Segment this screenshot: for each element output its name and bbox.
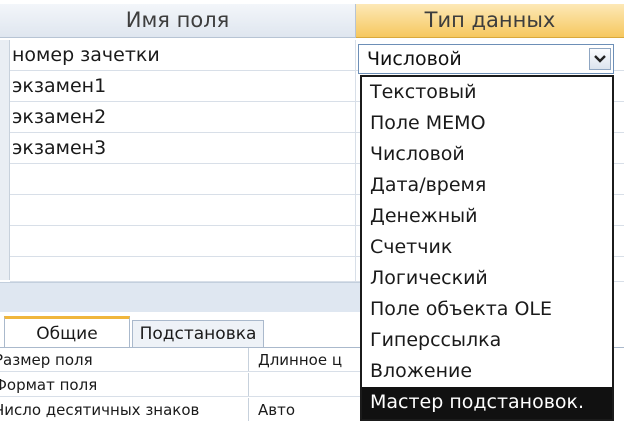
field-name-cell[interactable] bbox=[10, 257, 356, 282]
tab-lookup[interactable]: Подстановка bbox=[132, 320, 264, 348]
field-name-header[interactable]: Имя поля bbox=[0, 4, 356, 38]
property-value[interactable] bbox=[258, 373, 360, 396]
dropdown-option[interactable]: Счетчик bbox=[362, 232, 612, 263]
dropdown-option[interactable]: Числовой bbox=[362, 139, 612, 170]
field-name-cell[interactable]: экзамен3 bbox=[10, 133, 356, 164]
field-name-cell[interactable] bbox=[10, 226, 356, 257]
data-type-dropdown-list: Текстовый Поле MEMO Числовой Дата/время … bbox=[360, 75, 614, 421]
data-type-combobox[interactable]: Числовой bbox=[358, 44, 614, 74]
tab-general[interactable]: Общие bbox=[4, 316, 130, 348]
grid-header: Имя поля Тип данных bbox=[0, 0, 624, 40]
property-value[interactable]: Длинное ц bbox=[258, 348, 360, 371]
property-value[interactable]: Авто bbox=[258, 398, 360, 421]
dropdown-option[interactable]: Денежный bbox=[362, 201, 612, 232]
row-selector-strip[interactable] bbox=[0, 40, 10, 280]
field-name-cell[interactable] bbox=[10, 164, 356, 195]
dropdown-option[interactable]: Логический bbox=[362, 263, 612, 294]
dropdown-option[interactable]: Текстовый bbox=[362, 77, 612, 108]
property-name: Размер поля bbox=[0, 348, 249, 371]
property-row[interactable]: Размер поля Длинное ц bbox=[0, 348, 360, 372]
field-name-cell[interactable]: экзамен2 bbox=[10, 102, 356, 133]
grid-bottom-band bbox=[0, 282, 360, 312]
property-name: Число десятичных знаков bbox=[0, 398, 249, 421]
dropdown-option[interactable]: Вложение bbox=[362, 356, 612, 387]
dropdown-option[interactable]: Поле объекта OLE bbox=[362, 294, 612, 325]
dropdown-option[interactable]: Поле MEMO bbox=[362, 108, 612, 139]
dropdown-option[interactable]: Гиперссылка bbox=[362, 325, 612, 356]
dropdown-option-selected[interactable]: Мастер подстановок. bbox=[362, 387, 612, 419]
field-name-cell[interactable]: экзамен1 bbox=[10, 71, 356, 102]
property-row[interactable]: Формат поля bbox=[0, 373, 360, 397]
field-name-cell[interactable] bbox=[10, 195, 356, 226]
property-row[interactable]: Число десятичных знаков Авто bbox=[0, 398, 360, 421]
data-type-current-value: Числовой bbox=[367, 48, 462, 70]
data-type-header[interactable]: Тип данных bbox=[356, 4, 624, 38]
field-name-cell[interactable]: номер зачетки bbox=[10, 40, 356, 71]
chevron-down-icon[interactable] bbox=[589, 48, 611, 70]
dropdown-option[interactable]: Дата/время bbox=[362, 170, 612, 201]
properties-tabs: Общие Подстановка bbox=[0, 312, 360, 348]
property-name: Формат поля bbox=[0, 373, 249, 396]
